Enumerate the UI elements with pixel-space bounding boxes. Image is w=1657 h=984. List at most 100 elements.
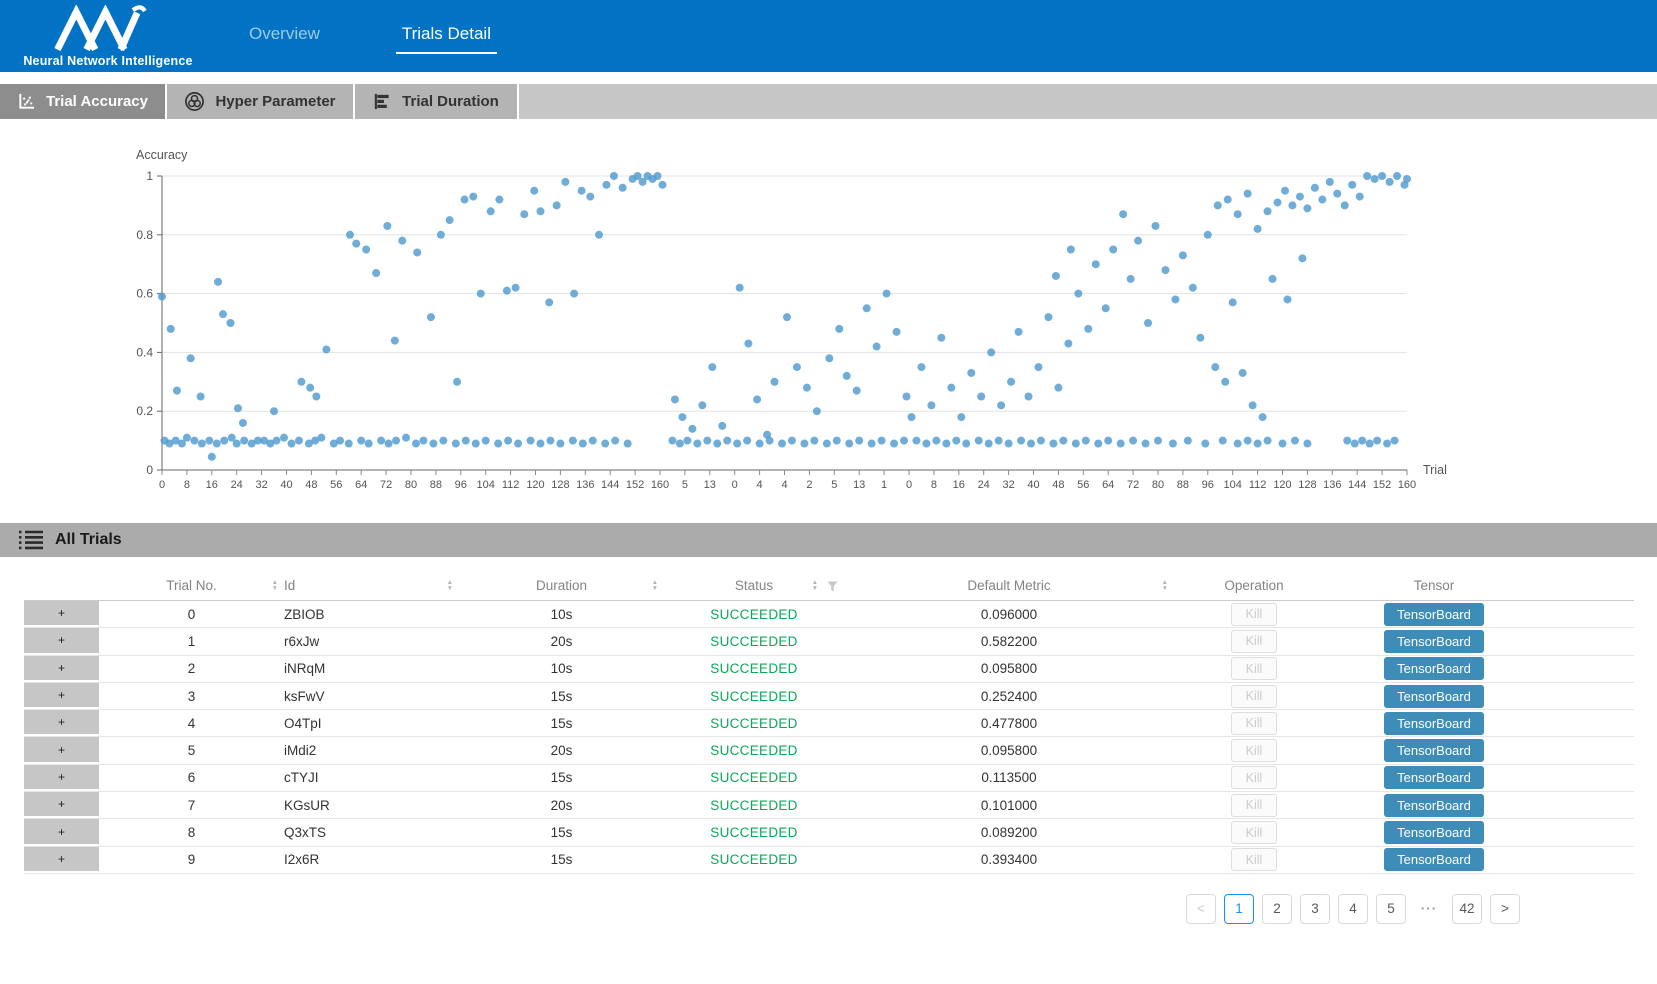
- pagination-prev-button[interactable]: <: [1186, 894, 1216, 924]
- kill-button[interactable]: Kill: [1231, 794, 1277, 817]
- nav-tab-overview[interactable]: Overview: [243, 18, 326, 54]
- default-metric-cell: 0.101000: [844, 792, 1174, 818]
- expand-row-button[interactable]: +: [24, 847, 99, 873]
- svg-text:88: 88: [1177, 479, 1189, 491]
- trial-no-cell: 5: [99, 737, 284, 763]
- view-tab-trial-accuracy[interactable]: Trial Accuracy: [0, 84, 167, 119]
- tensor-cell: TensorBoard: [1334, 847, 1534, 873]
- tensorboard-button[interactable]: TensorBoard: [1384, 603, 1484, 626]
- svg-text:40: 40: [280, 479, 292, 491]
- operation-cell: Kill: [1174, 765, 1334, 791]
- svg-text:88: 88: [430, 479, 442, 491]
- nni-logo[interactable]: Neural Network Intelligence: [28, 5, 188, 68]
- status-cell: SUCCEEDED: [664, 628, 844, 654]
- pagination-page-3[interactable]: 3: [1300, 894, 1330, 924]
- column-header-trial-no[interactable]: Trial No.▲▼: [99, 571, 284, 600]
- svg-text:16: 16: [206, 479, 218, 491]
- expand-row-button[interactable]: +: [24, 737, 99, 763]
- tensorboard-button[interactable]: TensorBoard: [1384, 630, 1484, 653]
- status-badge: SUCCEEDED: [710, 661, 797, 676]
- bars-icon: [373, 92, 392, 111]
- svg-text:0: 0: [906, 479, 912, 491]
- kill-button[interactable]: Kill: [1231, 848, 1277, 871]
- svg-text:40: 40: [1027, 479, 1039, 491]
- kill-button[interactable]: Kill: [1231, 685, 1277, 708]
- sort-icon[interactable]: ▲▼: [447, 580, 453, 592]
- expand-row-button[interactable]: +: [24, 601, 99, 627]
- expand-row-button[interactable]: +: [24, 710, 99, 736]
- expand-row-button[interactable]: +: [24, 683, 99, 709]
- nav-tabs: Overview Trials Detail: [243, 0, 497, 72]
- tensor-cell: TensorBoard: [1334, 628, 1534, 654]
- column-label: Tensor: [1414, 578, 1455, 593]
- kill-button[interactable]: Kill: [1231, 657, 1277, 680]
- expand-row-button[interactable]: +: [24, 819, 99, 845]
- column-header-id[interactable]: Id▲▼: [284, 571, 459, 600]
- status-badge: SUCCEEDED: [710, 607, 797, 622]
- pagination-page-1[interactable]: 1: [1224, 894, 1254, 924]
- duration-cell: 10s: [459, 656, 664, 682]
- svg-text:72: 72: [380, 479, 392, 491]
- column-label: Duration: [536, 578, 587, 593]
- trial-no-cell: 0: [99, 601, 284, 627]
- svg-text:96: 96: [1202, 479, 1214, 491]
- tensorboard-button[interactable]: TensorBoard: [1384, 685, 1484, 708]
- pagination-page-5[interactable]: 5: [1376, 894, 1406, 924]
- expand-row-button[interactable]: +: [24, 765, 99, 791]
- kill-button[interactable]: Kill: [1231, 712, 1277, 735]
- expand-row-button[interactable]: +: [24, 656, 99, 682]
- pagination-next-button[interactable]: >: [1490, 894, 1520, 924]
- trial-no-cell: 4: [99, 710, 284, 736]
- trial-id-cell: r6xJw: [284, 628, 459, 654]
- nav-tab-trials-detail[interactable]: Trials Detail: [396, 18, 497, 54]
- expand-row-button[interactable]: +: [24, 628, 99, 654]
- filter-icon[interactable]: [827, 581, 838, 592]
- svg-text:Accuracy: Accuracy: [136, 148, 188, 162]
- pagination-page-42[interactable]: 42: [1452, 894, 1482, 924]
- svg-text:Trial: Trial: [1423, 463, 1447, 477]
- trial-no-cell: 8: [99, 819, 284, 845]
- all-trials-title: All Trials: [55, 531, 122, 549]
- kill-button[interactable]: Kill: [1231, 603, 1277, 626]
- pagination-page-2[interactable]: 2: [1262, 894, 1292, 924]
- tensorboard-button[interactable]: TensorBoard: [1384, 657, 1484, 680]
- kill-button[interactable]: Kill: [1231, 821, 1277, 844]
- svg-text:4: 4: [781, 479, 787, 491]
- tensorboard-button[interactable]: TensorBoard: [1384, 821, 1484, 844]
- svg-text:104: 104: [1224, 479, 1242, 491]
- status-cell: SUCCEEDED: [664, 656, 844, 682]
- tensorboard-button[interactable]: TensorBoard: [1384, 848, 1484, 871]
- expand-row-button[interactable]: +: [24, 792, 99, 818]
- svg-text:24: 24: [978, 479, 990, 491]
- sort-icon[interactable]: ▲▼: [272, 580, 278, 592]
- trial-id-cell: Q3xTS: [284, 819, 459, 845]
- operation-cell: Kill: [1174, 628, 1334, 654]
- column-header-duration[interactable]: Duration ▲▼: [459, 571, 664, 600]
- tensorboard-button[interactable]: TensorBoard: [1384, 766, 1484, 789]
- column-header-default-metric[interactable]: Default Metric▲▼: [844, 571, 1174, 600]
- trial-id-cell: iNRqM: [284, 656, 459, 682]
- sort-icon[interactable]: ▲▼: [812, 580, 818, 592]
- table-row: +6cTYJI15sSUCCEEDED0.113500KillTensorBoa…: [24, 765, 1634, 792]
- duration-cell: 15s: [459, 765, 664, 791]
- tensorboard-button[interactable]: TensorBoard: [1384, 739, 1484, 762]
- column-header-status[interactable]: Status▲▼: [664, 571, 844, 600]
- kill-button[interactable]: Kill: [1231, 630, 1277, 653]
- tensorboard-button[interactable]: TensorBoard: [1384, 712, 1484, 735]
- top-navbar: Neural Network Intelligence Overview Tria…: [0, 0, 1657, 72]
- default-metric-cell: 0.582200: [844, 628, 1174, 654]
- sort-icon[interactable]: ▲▼: [652, 580, 658, 592]
- tensorboard-button[interactable]: TensorBoard: [1384, 794, 1484, 817]
- column-header-tensor: Tensor: [1334, 571, 1534, 600]
- table-row: +7KGsUR20sSUCCEEDED0.101000KillTensorBoa…: [24, 792, 1634, 819]
- kill-button[interactable]: Kill: [1231, 766, 1277, 789]
- table-row: +1r6xJw20sSUCCEEDED0.582200KillTensorBoa…: [24, 628, 1634, 655]
- view-tab-trial-duration[interactable]: Trial Duration: [355, 84, 519, 119]
- svg-text:48: 48: [305, 479, 317, 491]
- pagination-page-4[interactable]: 4: [1338, 894, 1368, 924]
- duration-cell: 20s: [459, 792, 664, 818]
- sort-icon[interactable]: ▲▼: [1162, 580, 1168, 592]
- svg-text:64: 64: [355, 479, 367, 491]
- kill-button[interactable]: Kill: [1231, 739, 1277, 762]
- view-tab-hyper-parameter[interactable]: Hyper Parameter: [167, 84, 355, 119]
